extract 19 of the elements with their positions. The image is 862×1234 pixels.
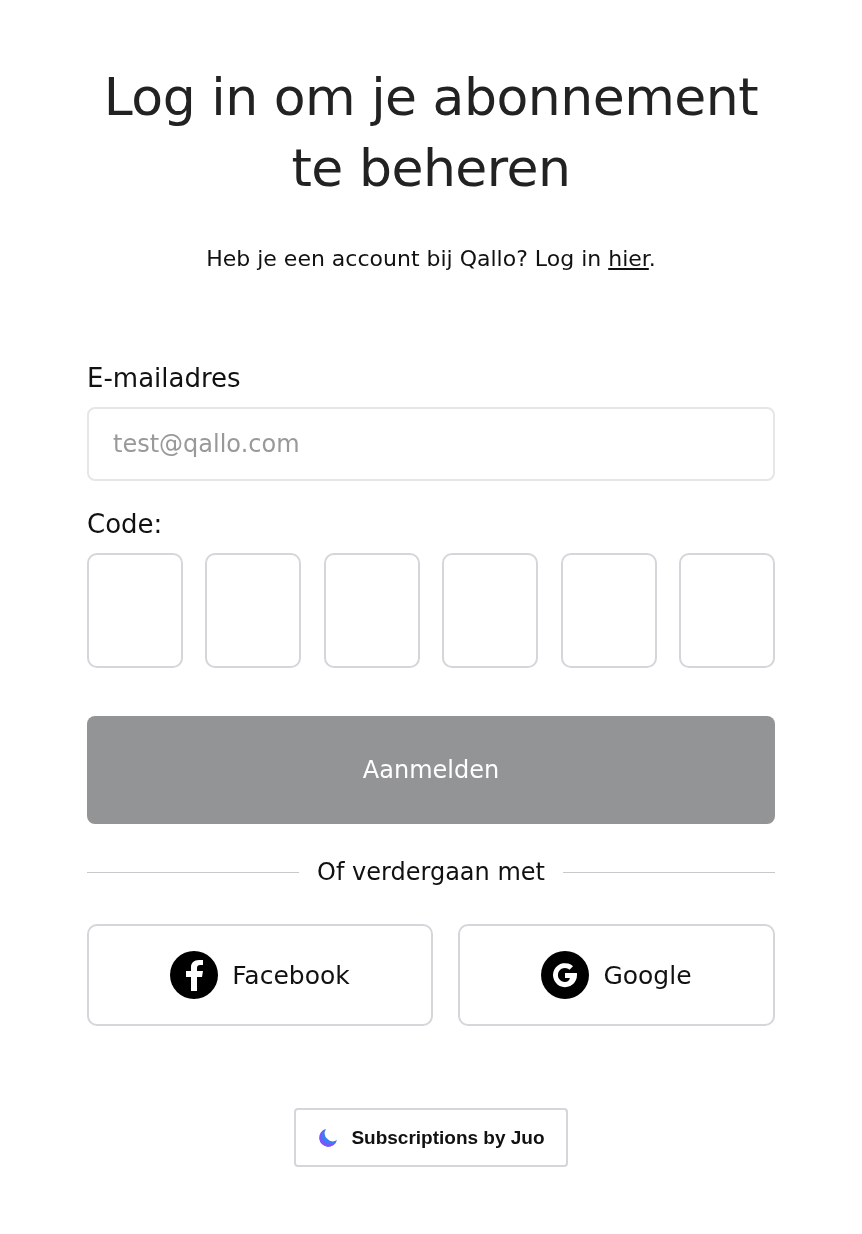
code-digit-field[interactable]	[442, 553, 539, 668]
login-link[interactable]: hier	[608, 246, 649, 271]
facebook-icon	[170, 951, 219, 999]
page-title: Log in om je abonnement te beheren	[102, 66, 760, 200]
divider-text: Of verdergaan met	[317, 858, 545, 886]
email-label: E-mailadres	[87, 363, 241, 393]
google-icon	[541, 951, 590, 999]
powered-by-badge[interactable]: Subscriptions by Juo	[294, 1108, 568, 1167]
subtitle: Heb je een account bij Qallo? Log in hier.	[205, 246, 657, 271]
social-login-button[interactable]: Google	[458, 924, 775, 1026]
email-field[interactable]: test@qallo.com	[87, 407, 775, 481]
code-label: Code:	[87, 509, 163, 539]
code-digit-field[interactable]	[560, 553, 657, 668]
code-digit-field[interactable]	[323, 553, 420, 668]
code-digit-field[interactable]	[87, 553, 183, 668]
code-digit-field[interactable]	[678, 553, 775, 668]
social-login-button[interactable]: Facebook	[87, 924, 433, 1026]
code-digit-field[interactable]	[205, 553, 302, 668]
crescent-icon	[317, 1126, 340, 1149]
